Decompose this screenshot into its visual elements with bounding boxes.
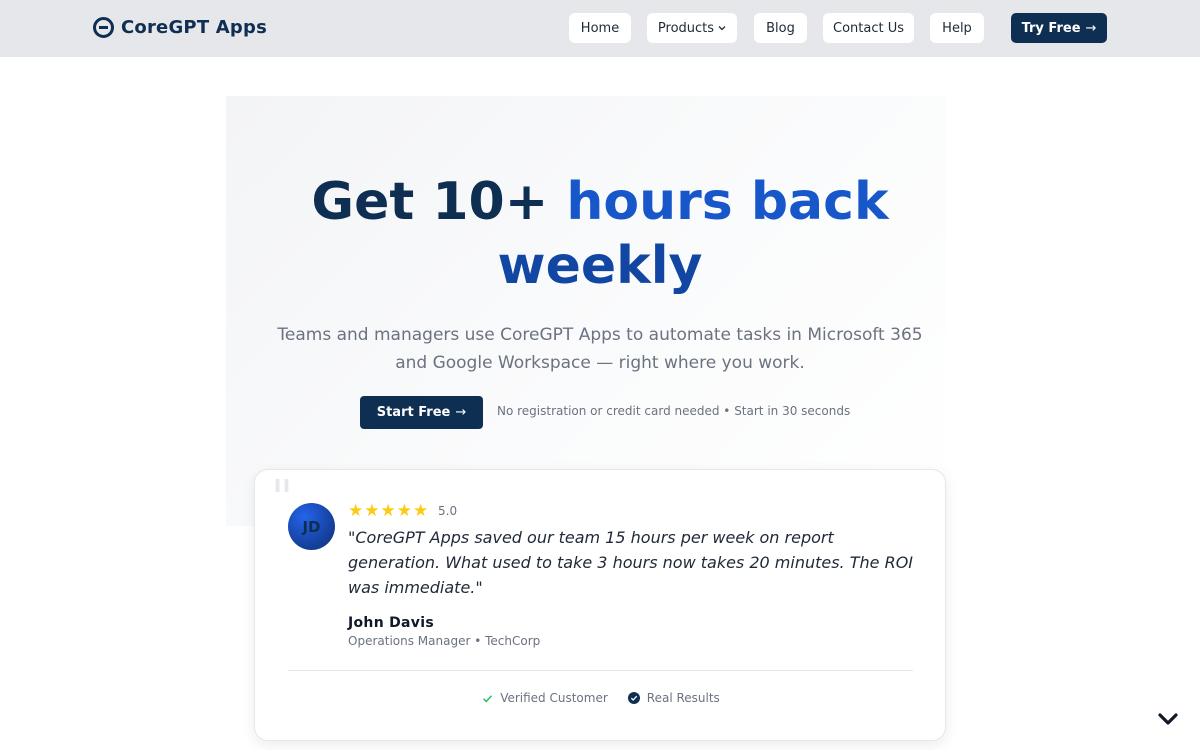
testimonial-role: Operations Manager • TechCorp (348, 634, 541, 648)
arrow-right-icon: → (455, 405, 467, 420)
star-icon: ★ (380, 501, 396, 521)
real-results-label: Real Results (646, 691, 720, 705)
nav-help-label: Help (942, 20, 972, 36)
star-icon: ★ (348, 501, 364, 521)
hero-title-part3: weekly (497, 236, 703, 296)
testimonial-card: " JD ★ ★ ★ ★ ★ 5.0 "CoreGPT Apps saved o… (254, 469, 946, 741)
nav-blog-label: Blog (766, 20, 795, 36)
nav-home-button[interactable]: Home (569, 13, 631, 43)
site-header: CoreGPT Apps Home Products Blog Contact … (0, 0, 1200, 57)
avatar: JD (288, 503, 335, 550)
check-icon (483, 694, 493, 702)
testimonial-quote: "CoreGPT Apps saved our team 15 hours pe… (348, 528, 913, 597)
hero-title-highlight: hours back (566, 172, 889, 232)
hero-title-part1: Get 10+ (311, 172, 549, 232)
star-icon: ★ (396, 501, 412, 521)
start-note: No registration or credit card needed • … (497, 404, 851, 418)
real-results-badge: Real Results (627, 691, 720, 705)
hero-background (226, 96, 946, 526)
start-free-button[interactable]: Start Free → (360, 396, 483, 429)
hero-subtitle: Teams and managers use CoreGPT Apps to a… (277, 325, 923, 373)
rating-value: 5.0 (438, 504, 458, 518)
testimonial-author: John Davis (348, 615, 434, 631)
start-free-label: Start Free (376, 405, 451, 420)
nav-help-button[interactable]: Help (930, 13, 984, 43)
nav-products-dropdown[interactable]: Products (647, 13, 737, 43)
verified-customer-badge: Verified Customer (482, 691, 608, 705)
chevron-down-icon (718, 26, 726, 31)
nav-home-label: Home (580, 20, 620, 36)
star-icon: ★ (364, 501, 380, 521)
star-icon: ★ (413, 501, 429, 521)
hero-title: Get 10+ hours back weekly (250, 170, 950, 298)
nav-products-label: Products (657, 20, 715, 36)
main-nav: Home Products Blog Contact Us Help Try F… (0, 13, 1200, 43)
star-rating: ★ ★ ★ ★ ★ (348, 503, 428, 520)
divider (288, 670, 913, 671)
scroll-down-chevron-icon[interactable] (1157, 708, 1179, 730)
nav-contact-button[interactable]: Contact Us (823, 13, 914, 43)
nav-blog-button[interactable]: Blog (754, 13, 807, 43)
verified-badge-icon (627, 692, 640, 704)
verified-customer-label: Verified Customer (500, 691, 608, 705)
try-free-button[interactable]: Try Free → (1011, 13, 1107, 43)
nav-contact-label: Contact Us (833, 20, 904, 36)
arrow-right-icon: → (1085, 20, 1097, 36)
try-free-label: Try Free (1021, 20, 1081, 36)
trust-badges: Verified Customer Real Results (255, 691, 947, 705)
